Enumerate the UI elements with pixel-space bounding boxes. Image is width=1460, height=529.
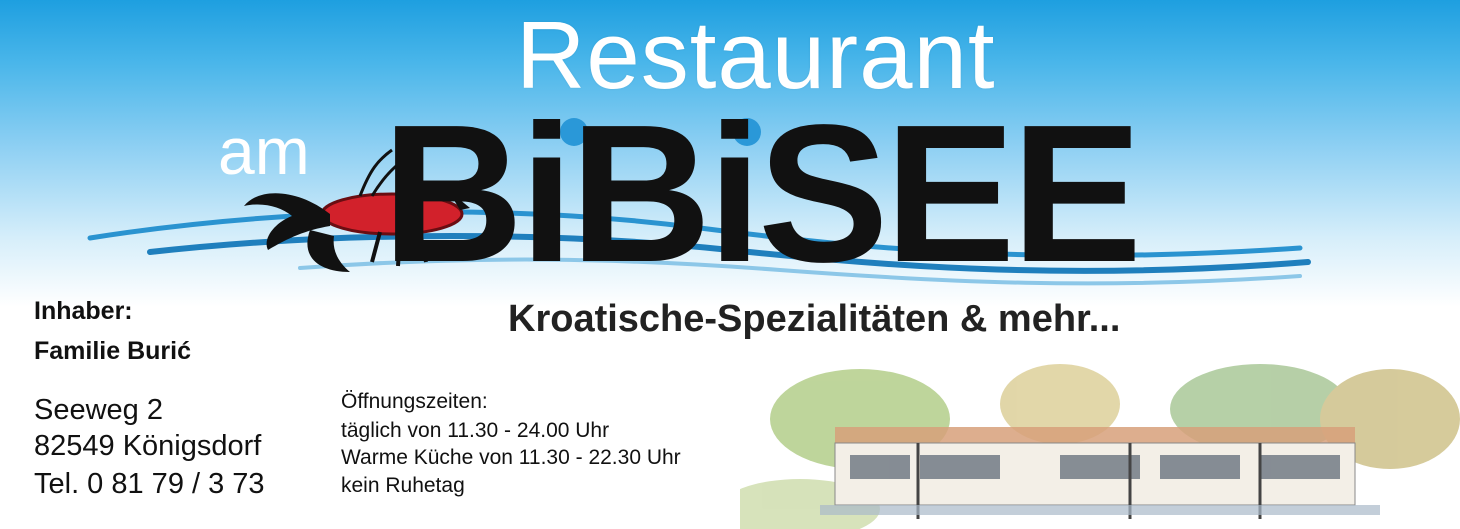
owner-name: Familie Burić xyxy=(34,337,191,365)
brand-am-word: am xyxy=(218,114,310,188)
brand-name: BiBiSEE xyxy=(382,84,1142,303)
hours-title: Öffnungszeiten: xyxy=(341,390,488,413)
address-city: 82549 Königsdorf xyxy=(34,430,262,462)
hours-line: täglich von 11.30 - 24.00 Uhr xyxy=(341,419,610,442)
hours-line: kein Ruhetag xyxy=(341,474,465,497)
address-street: Seeweg 2 xyxy=(34,394,163,426)
restaurant-advertisement: Restaurant am BiBiSEE Kroatische-Spezial… xyxy=(0,0,1460,529)
tagline: Kroatische-Spezialitäten & mehr... xyxy=(508,298,1121,340)
hours-line: Warme Küche von 11.30 - 22.30 Uhr xyxy=(341,446,681,469)
restaurant-building-illustration xyxy=(740,364,1460,529)
address-phone: Tel. 0 81 79 / 3 73 xyxy=(34,468,265,500)
owner-label: Inhaber: xyxy=(34,297,133,325)
